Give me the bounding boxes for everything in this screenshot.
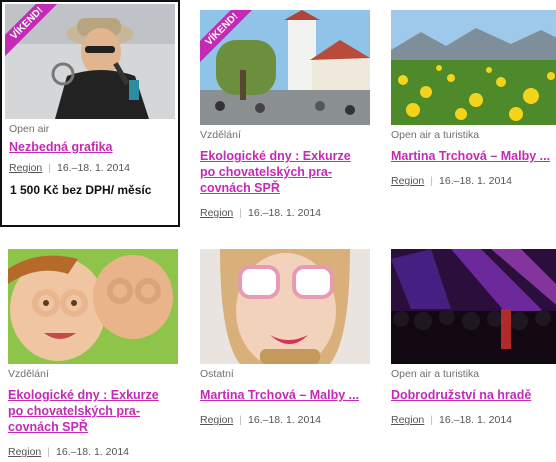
event-thumbnail[interactable]: VÍKEND! xyxy=(200,10,370,125)
event-thumbnail[interactable] xyxy=(8,249,178,364)
separator: | xyxy=(430,414,434,426)
weekend-ribbon: VÍKEND! xyxy=(200,10,254,64)
event-card[interactable]: Open air a turistika Dobrodružství na hr… xyxy=(391,249,556,427)
region-link[interactable]: Region xyxy=(200,414,233,426)
title-line: Ekologické dny : Exkurze xyxy=(200,149,351,163)
meadow-photo xyxy=(391,10,556,125)
event-price: 1 500 Kč bez DPH/ měsíc xyxy=(10,183,152,197)
event-category: Open air a turistika xyxy=(391,129,480,141)
event-date: 16.–18. 1. 2014 xyxy=(56,446,129,458)
event-title-link[interactable]: Martina Trchová – Malby ... xyxy=(200,387,380,403)
ribbon-label: VÍKEND! xyxy=(5,4,59,58)
event-date: 16.–18. 1. 2014 xyxy=(439,414,512,426)
kids-photo xyxy=(8,249,178,364)
event-date: 16.–18. 1. 2014 xyxy=(248,207,321,219)
region-link[interactable]: Region xyxy=(200,207,233,219)
weekend-ribbon: VÍKEND! xyxy=(5,4,59,58)
title-line: covnách SPŘ xyxy=(200,181,280,195)
event-meta: Region | 16.–18. 1. 2014 xyxy=(391,413,556,427)
title-line: po chovatelských pra- xyxy=(8,404,140,418)
event-card[interactable]: VÍKEND! Vzdělání Ekologické dny : Exkurz… xyxy=(200,10,380,220)
event-category: Ostatní xyxy=(200,368,234,380)
event-thumbnail[interactable]: VÍKEND! xyxy=(5,4,175,119)
event-card[interactable]: Open air a turistika Martina Trchová – M… xyxy=(391,10,556,188)
region-link[interactable]: Region xyxy=(391,414,424,426)
event-category: Open air a turistika xyxy=(391,368,480,380)
region-link[interactable]: Region xyxy=(391,175,424,187)
event-thumbnail[interactable] xyxy=(391,249,556,364)
event-title-link[interactable]: Martina Trchová – Malby ... xyxy=(391,148,556,164)
event-meta: Region | 16.–18. 1. 2014 xyxy=(391,174,556,188)
event-title-link[interactable]: Dobrodružství na hradě xyxy=(391,387,556,403)
event-card[interactable]: Ostatní Martina Trchová – Malby ... Regi… xyxy=(200,249,380,427)
title-line: covnách SPŘ xyxy=(8,420,88,434)
event-card[interactable]: VÍKEND! Open air Nezbedná grafika Region… xyxy=(0,0,180,227)
event-meta: Region | 16.–18. 1. 2014 xyxy=(8,445,188,459)
event-date: 16.–18. 1. 2014 xyxy=(248,414,321,426)
separator: | xyxy=(47,446,51,458)
ribbon-label: VÍKEND! xyxy=(200,10,254,64)
event-thumbnail[interactable] xyxy=(200,249,370,364)
region-link[interactable]: Region xyxy=(8,446,41,458)
title-line: po chovatelských pra- xyxy=(200,165,332,179)
event-title-link[interactable]: Ekologické dny : Exkurze po chovatelskýc… xyxy=(200,148,380,196)
title-line: Ekologické dny : Exkurze xyxy=(8,388,159,402)
woman-glasses-photo xyxy=(200,249,370,364)
event-category: Vzdělání xyxy=(200,129,241,141)
event-title-link[interactable]: Ekologické dny : Exkurze po chovatelskýc… xyxy=(8,387,188,435)
event-thumbnail[interactable] xyxy=(391,10,556,125)
event-meta: Region | 16.–18. 1. 2014 xyxy=(200,413,380,427)
separator: | xyxy=(239,207,243,219)
separator: | xyxy=(48,162,52,174)
separator: | xyxy=(430,175,434,187)
concert-photo xyxy=(391,249,556,364)
separator: | xyxy=(239,414,243,426)
event-meta: Region | 16.–18. 1. 2014 xyxy=(9,161,178,175)
region-link[interactable]: Region xyxy=(9,162,42,174)
event-title-link[interactable]: Nezbedná grafika xyxy=(9,139,178,155)
event-date: 16.–18. 1. 2014 xyxy=(57,162,130,174)
event-date: 16.–18. 1. 2014 xyxy=(439,175,512,187)
event-category: Open air xyxy=(9,123,50,135)
event-category: Vzdělání xyxy=(8,368,49,380)
event-meta: Region | 16.–18. 1. 2014 xyxy=(200,206,380,220)
event-card[interactable]: Vzdělání Ekologické dny : Exkurze po cho… xyxy=(8,249,188,459)
